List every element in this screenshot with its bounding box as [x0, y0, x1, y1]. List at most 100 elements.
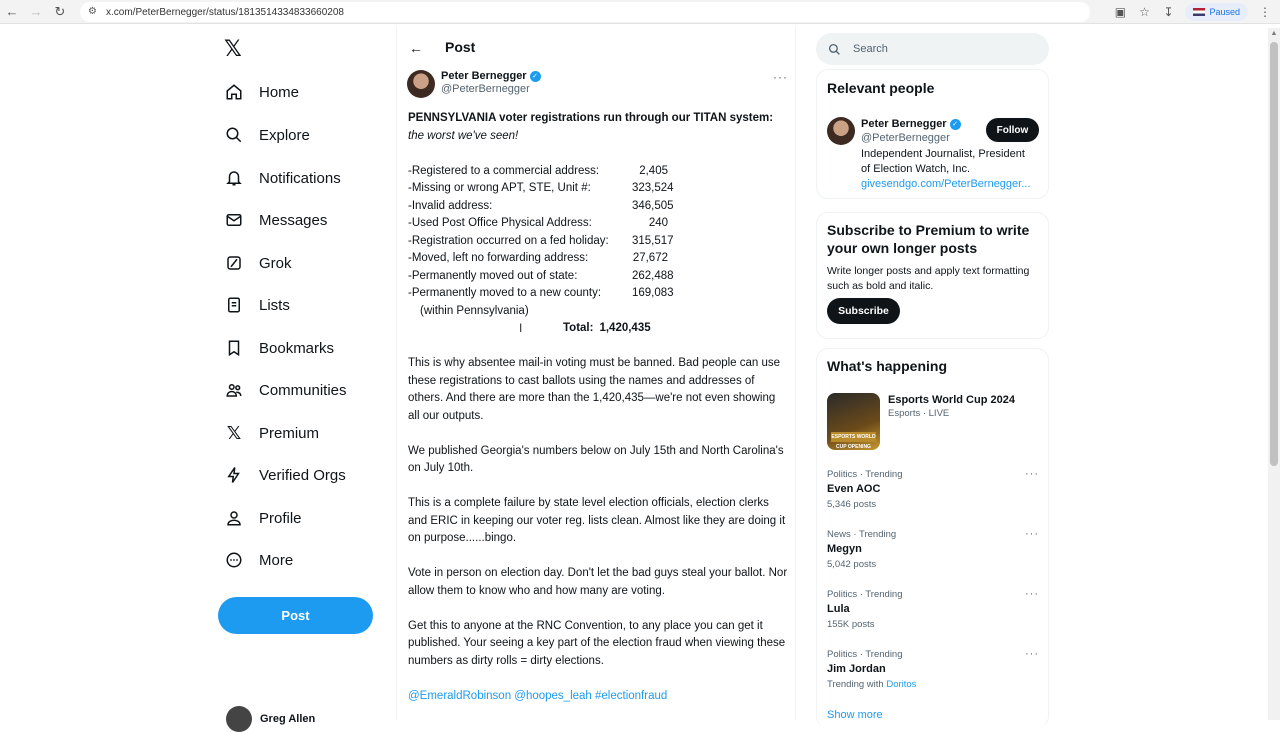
nav-item-explore[interactable]: Explore — [224, 117, 310, 153]
nav-item-home[interactable]: Home — [224, 74, 299, 110]
whats-happening-card: What's happening ESPORTS WORLD CUP OPENI… — [816, 348, 1049, 728]
trend-name[interactable]: Lula — [827, 602, 1042, 617]
x-logo-icon[interactable]: 𝕏 — [224, 38, 246, 60]
download-icon[interactable]: ↧ — [1161, 5, 1175, 19]
page-title: Post — [445, 39, 476, 55]
nav-label-lists: Lists — [259, 296, 290, 314]
post-column: ← Post Peter Bernegger ✓ @PeterBernegger … — [396, 28, 796, 720]
trend-name[interactable]: Jim Jordan — [827, 662, 1042, 677]
cast-icon[interactable]: ▣ — [1113, 5, 1127, 19]
nav-item-notifications[interactable]: Notifications — [224, 160, 341, 196]
post-more-icon[interactable]: ··· — [773, 70, 788, 84]
stat-value: 346,505 — [632, 199, 674, 212]
browser-toolbar: ← → ↻ ⚙ x.com/PeterBernegger/status/1813… — [0, 0, 1280, 24]
verified-badge-icon: ✓ — [949, 118, 961, 130]
nav-label-notifications: Notifications — [259, 169, 341, 187]
stat-label: -Moved, left no forwarding address: — [408, 252, 589, 264]
reload-icon[interactable]: ↻ — [48, 0, 72, 24]
trend-category: News · Trending — [827, 529, 897, 540]
avatar[interactable] — [827, 117, 855, 145]
stat-row: -Moved, left no forwarding address: 27,67… — [408, 250, 788, 268]
trend-more-icon[interactable]: ··· — [1025, 467, 1039, 482]
stat-value: 2,405 — [639, 164, 668, 177]
post-mentions[interactable]: @EmeraldRobinson @hoopes_leah #electionf… — [408, 688, 788, 706]
show-more-link[interactable]: Show more — [827, 709, 883, 721]
trend-count: 5,042 posts — [827, 559, 877, 570]
nav-item-grok[interactable]: Grok — [224, 245, 292, 281]
trend-category: Politics · Trending — [827, 589, 903, 600]
nav-item-profile[interactable]: Profile — [224, 500, 302, 536]
stat-label: -Invalid address: — [408, 199, 493, 212]
lightning-icon — [224, 465, 244, 485]
trend-item[interactable]: Politics · Trending Even AOC 5,346 posts… — [827, 467, 1042, 512]
forward-arrow-icon[interactable]: → — [24, 0, 48, 24]
nav-item-bookmarks[interactable]: Bookmarks — [224, 330, 334, 366]
trend-more-icon[interactable]: ··· — [1025, 647, 1039, 662]
nav-item-more[interactable]: More — [224, 542, 293, 578]
trend-related-link[interactable]: Doritos — [886, 679, 916, 690]
esports-thumbnail[interactable]: ESPORTS WORLD CUP OPENING SHOW — [827, 393, 880, 450]
stat-label: -Permanently moved to a new county: — [408, 287, 602, 299]
site-info-icon[interactable]: ⚙ — [88, 6, 100, 18]
back-arrow-icon[interactable]: ← — [409, 40, 423, 56]
relevant-name[interactable]: Peter Bernegger — [861, 117, 947, 131]
relevant-link[interactable]: givesendgo.com/PeterBernegger... — [861, 177, 1031, 191]
search-placeholder[interactable]: Search — [853, 43, 888, 55]
trend-item[interactable]: News · Trending Megyn 5,042 posts ··· — [827, 527, 1042, 572]
stat-row: -Registered to a commercial address: 2,40… — [408, 163, 788, 181]
profile-paused-badge[interactable]: Paused — [1185, 3, 1248, 21]
stats-note: (within Pennsylvania) — [420, 304, 529, 317]
post-author[interactable]: Peter Bernegger ✓ @PeterBernegger — [407, 70, 541, 98]
scrollbar-thumb[interactable] — [1270, 42, 1278, 466]
author-avatar[interactable] — [407, 70, 435, 98]
address-bar[interactable]: ⚙ x.com/PeterBernegger/status/1813514334… — [80, 2, 1090, 22]
trend-more-icon[interactable]: ··· — [1025, 527, 1039, 542]
whats-happening-title: What's happening — [827, 358, 947, 374]
nav-item-premium[interactable]: 𝕏 Premium — [224, 415, 319, 451]
menu-kebab-icon[interactable]: ⋮ — [1258, 5, 1272, 19]
trend-more-icon[interactable]: ··· — [1025, 587, 1039, 602]
author-name[interactable]: Peter Bernegger — [441, 70, 527, 83]
url-text[interactable]: x.com/PeterBernegger/status/181351433483… — [106, 7, 344, 18]
trend-item[interactable]: Politics · Trending Lula 155K posts ··· — [827, 587, 1042, 632]
subscribe-button[interactable]: Subscribe — [827, 298, 900, 324]
scroll-up-icon[interactable]: ▲ — [1270, 30, 1278, 38]
star-icon[interactable]: ☆ — [1137, 5, 1151, 19]
stat-value: 262,488 — [632, 269, 674, 282]
post-paragraph: Vote in person on election day. Don't le… — [408, 567, 788, 597]
total-value: 1,420,435 — [599, 322, 651, 334]
post-paragraph: This is why absentee mail-in voting must… — [408, 357, 781, 422]
account-name: Greg Allen — [260, 713, 316, 725]
nav-item-messages[interactable]: Messages — [224, 202, 327, 238]
post-button[interactable]: Post — [218, 597, 373, 634]
home-icon — [224, 82, 244, 102]
back-arrow-icon[interactable]: ← — [0, 0, 24, 24]
page-scrollbar[interactable]: ▲ — [1268, 28, 1280, 720]
nav-item-communities[interactable]: Communities — [224, 372, 347, 408]
premium-card: Subscribe to Premium to write your own l… — [816, 212, 1049, 339]
post-subhead: the worst we've seen! — [408, 129, 519, 142]
stat-row: -Invalid address: 346,505 — [408, 198, 788, 216]
post-headline: PENNSYLVANIA voter registrations run thr… — [408, 112, 774, 124]
account-switcher[interactable]: Greg Allen — [226, 706, 315, 732]
trend-item[interactable]: Politics · Trending Jim Jordan Trending … — [827, 647, 1042, 692]
stat-row: -Registration occurred on a fed holiday:… — [408, 233, 788, 251]
list-icon — [224, 295, 244, 315]
nav-item-lists[interactable]: Lists — [224, 287, 290, 323]
stat-value: 315,517 — [632, 234, 674, 247]
search-input[interactable]: Search — [816, 33, 1049, 65]
follow-button[interactable]: Follow — [986, 118, 1039, 142]
stat-row: -Permanently moved to a new county: 169,0… — [408, 285, 788, 303]
esports-title[interactable]: Esports World Cup 2024 — [888, 393, 1015, 408]
premium-text: Write longer posts and apply text format… — [827, 265, 1030, 292]
trend-name[interactable]: Even AOC — [827, 482, 1042, 497]
avatar — [226, 706, 252, 732]
author-handle[interactable]: @PeterBernegger — [441, 83, 541, 96]
stat-row: -Used Post Office Physical Address: 240 — [408, 215, 788, 233]
post-paragraph: This is a complete failure by state leve… — [408, 497, 786, 544]
trend-esports[interactable]: ESPORTS WORLD CUP OPENING SHOW Esports W… — [827, 393, 1015, 450]
esports-badge: ESPORTS WORLD CUP OPENING SHOW — [831, 432, 876, 450]
paused-label: Paused — [1209, 7, 1240, 17]
trend-name[interactable]: Megyn — [827, 542, 1042, 557]
nav-item-verified-orgs[interactable]: Verified Orgs — [224, 457, 346, 493]
